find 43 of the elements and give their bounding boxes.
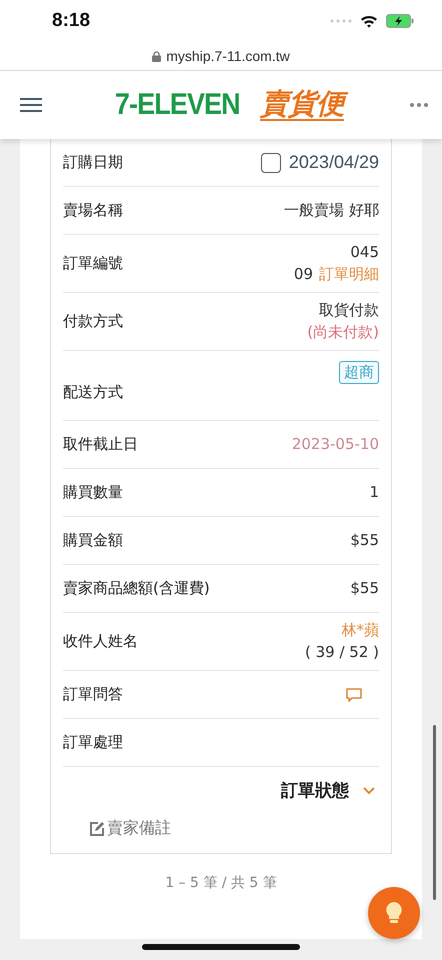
more-icon[interactable] <box>410 103 428 107</box>
field-label: 訂購日期 <box>63 153 123 172</box>
brand-logo[interactable]: 7-ELEVEN <box>114 88 240 122</box>
clock: 8:18 <box>52 10 90 32</box>
checkbox[interactable] <box>260 152 281 172</box>
field-label: 訂單問答 <box>63 685 123 704</box>
value-text: $55 <box>350 578 379 599</box>
order-detail-link[interactable]: 訂單明細 <box>319 264 379 282</box>
lock-icon <box>152 50 162 62</box>
value-text: $55 <box>350 530 379 551</box>
field-label: 配送方式 <box>63 383 123 402</box>
field-label: 賣家商品總額(含運費) <box>63 579 210 598</box>
battery-charging-icon <box>386 14 414 28</box>
field-label: 訂單處理 <box>63 733 123 752</box>
value-text: 林*蘋 <box>342 620 379 641</box>
seller-note-link[interactable]: 賣家備註 <box>107 818 171 839</box>
pagination-text: 1 – 5 筆 / 共 5 筆 <box>164 874 278 892</box>
value-text: ( 39 / 52 ) <box>304 642 379 662</box>
menu-icon[interactable] <box>20 97 42 113</box>
value-text: 09 訂單明細 <box>294 264 379 284</box>
lightbulb-icon <box>385 901 403 925</box>
value-text: (尚未付款) <box>307 322 379 342</box>
chat-icon[interactable] <box>345 686 363 702</box>
field-label: 付款方式 <box>63 312 123 331</box>
value-text: 1 <box>369 482 379 503</box>
field-label: 收件人姓名 <box>63 632 138 651</box>
value-text: 取貨付款 <box>319 300 379 321</box>
value-text: 045 <box>350 242 379 263</box>
field-label: 購買數量 <box>63 483 123 502</box>
field-label: 購買金額 <box>63 531 123 550</box>
delivery-tag: 超商 <box>339 361 379 384</box>
wifi-icon <box>360 14 378 28</box>
url-text[interactable]: myship.7-11.com.tw <box>166 48 290 64</box>
value-text: 2023-05-10 <box>292 434 379 455</box>
signal-icon <box>330 19 352 23</box>
field-label: 取件截止日 <box>63 435 138 454</box>
edit-icon[interactable] <box>89 820 105 836</box>
order-date: 2023/04/29 <box>288 152 379 173</box>
chevron-icon[interactable] <box>363 786 375 794</box>
value-text: 一般賣場 好耶 <box>284 200 379 221</box>
field-label: 賣場名稱 <box>63 201 123 220</box>
field-label: 訂單編號 <box>63 254 123 273</box>
order-status-toggle[interactable]: 訂單狀態 <box>281 779 349 802</box>
